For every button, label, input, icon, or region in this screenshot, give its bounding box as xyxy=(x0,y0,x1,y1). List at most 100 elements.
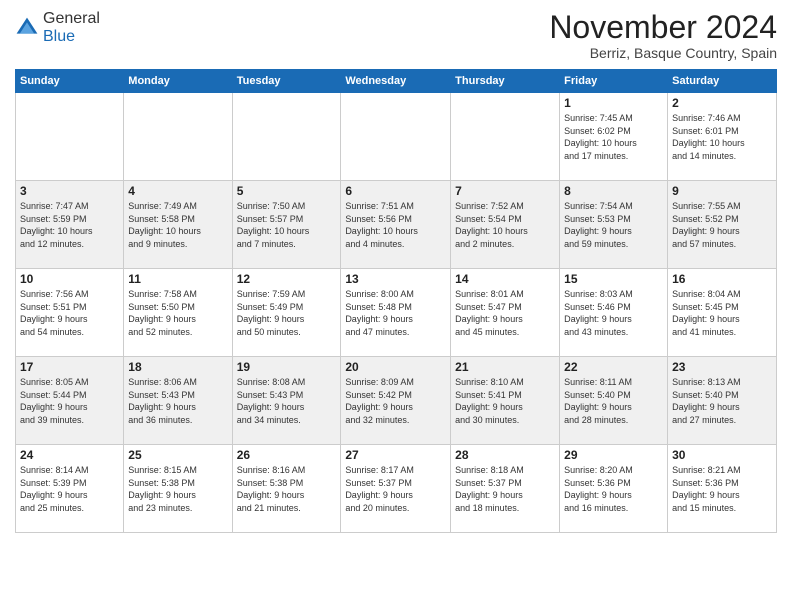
day-number: 2 xyxy=(672,96,772,110)
header-wednesday: Wednesday xyxy=(341,70,451,93)
header-sunday: Sunday xyxy=(16,70,124,93)
day-info: Sunrise: 7:47 AM Sunset: 5:59 PM Dayligh… xyxy=(20,200,119,250)
day-info: Sunrise: 7:46 AM Sunset: 6:01 PM Dayligh… xyxy=(672,112,772,162)
calendar-cell: 24 Sunrise: 8:14 AM Sunset: 5:39 PM Dayli… xyxy=(16,445,124,533)
calendar-cell xyxy=(232,93,341,181)
day-info: Sunrise: 8:09 AM Sunset: 5:42 PM Dayligh… xyxy=(345,376,446,426)
calendar-cell: 13 Sunrise: 8:00 AM Sunset: 5:48 PM Dayli… xyxy=(341,269,451,357)
day-number: 5 xyxy=(237,184,337,198)
day-info: Sunrise: 8:13 AM Sunset: 5:40 PM Dayligh… xyxy=(672,376,772,426)
calendar-cell: 12Sunrise: 7:59 AM Sunset: 5:49 PM Dayli… xyxy=(232,269,341,357)
calendar-week-1: 3 Sunrise: 7:47 AM Sunset: 5:59 PM Daylig… xyxy=(16,181,777,269)
calendar-cell: 26 Sunrise: 8:16 AM Sunset: 5:38 PM Dayli… xyxy=(232,445,341,533)
calendar-cell: 28 Sunrise: 8:18 AM Sunset: 5:37 PM Dayli… xyxy=(451,445,560,533)
day-number: 22 xyxy=(564,360,663,374)
day-number: 29 xyxy=(564,448,663,462)
calendar-cell: 16Sunrise: 8:04 AM Sunset: 5:45 PM Dayli… xyxy=(668,269,777,357)
calendar-cell: 2 Sunrise: 7:46 AM Sunset: 6:01 PM Daylig… xyxy=(668,93,777,181)
calendar-cell: 27 Sunrise: 8:17 AM Sunset: 5:37 PM Dayli… xyxy=(341,445,451,533)
calendar-cell: 25Sunrise: 8:15 AM Sunset: 5:38 PM Dayli… xyxy=(124,445,232,533)
day-info: Sunrise: 7:55 AM Sunset: 5:52 PM Dayligh… xyxy=(672,200,772,250)
header-monday: Monday xyxy=(124,70,232,93)
day-info: Sunrise: 7:56 AM Sunset: 5:51 PM Dayligh… xyxy=(20,288,119,338)
calendar-week-3: 17 Sunrise: 8:05 AM Sunset: 5:44 PM Dayli… xyxy=(16,357,777,445)
logo-icon xyxy=(15,16,39,40)
calendar-cell: 10Sunrise: 7:56 AM Sunset: 5:51 PM Dayli… xyxy=(16,269,124,357)
day-info: Sunrise: 8:08 AM Sunset: 5:43 PM Dayligh… xyxy=(237,376,337,426)
calendar-cell: 18 Sunrise: 8:06 AM Sunset: 5:43 PM Dayli… xyxy=(124,357,232,445)
day-number: 12 xyxy=(237,272,337,286)
calendar-cell: 6 Sunrise: 7:51 AM Sunset: 5:56 PM Daylig… xyxy=(341,181,451,269)
day-number: 3 xyxy=(20,184,119,198)
calendar-cell: 21 Sunrise: 8:10 AM Sunset: 5:41 PM Dayli… xyxy=(451,357,560,445)
calendar-cell: 8Sunrise: 7:54 AM Sunset: 5:53 PM Daylig… xyxy=(560,181,668,269)
calendar-cell xyxy=(124,93,232,181)
logo-blue: Blue xyxy=(43,28,75,45)
day-info: Sunrise: 8:01 AM Sunset: 5:47 PM Dayligh… xyxy=(455,288,555,338)
calendar-cell: 17 Sunrise: 8:05 AM Sunset: 5:44 PM Dayli… xyxy=(16,357,124,445)
day-number: 23 xyxy=(672,360,772,374)
day-info: Sunrise: 7:49 AM Sunset: 5:58 PM Dayligh… xyxy=(128,200,227,250)
day-info: Sunrise: 8:10 AM Sunset: 5:41 PM Dayligh… xyxy=(455,376,555,426)
calendar-week-0: 1Sunrise: 7:45 AM Sunset: 6:02 PM Daylig… xyxy=(16,93,777,181)
calendar-cell: 23 Sunrise: 8:13 AM Sunset: 5:40 PM Dayli… xyxy=(668,357,777,445)
logo-text: General Blue xyxy=(43,10,100,46)
calendar-cell: 15Sunrise: 8:03 AM Sunset: 5:46 PM Dayli… xyxy=(560,269,668,357)
day-number: 6 xyxy=(345,184,446,198)
day-number: 15 xyxy=(564,272,663,286)
month-title: November 2024 xyxy=(549,10,777,45)
calendar-cell: 29 Sunrise: 8:20 AM Sunset: 5:36 PM Dayli… xyxy=(560,445,668,533)
day-info: Sunrise: 8:06 AM Sunset: 5:43 PM Dayligh… xyxy=(128,376,227,426)
calendar-cell: 1Sunrise: 7:45 AM Sunset: 6:02 PM Daylig… xyxy=(560,93,668,181)
day-info: Sunrise: 7:58 AM Sunset: 5:50 PM Dayligh… xyxy=(128,288,227,338)
day-info: Sunrise: 8:00 AM Sunset: 5:48 PM Dayligh… xyxy=(345,288,446,338)
day-number: 24 xyxy=(20,448,119,462)
calendar-cell xyxy=(16,93,124,181)
day-info: Sunrise: 8:05 AM Sunset: 5:44 PM Dayligh… xyxy=(20,376,119,426)
day-number: 8 xyxy=(564,184,663,198)
header-tuesday: Tuesday xyxy=(232,70,341,93)
day-info: Sunrise: 8:16 AM Sunset: 5:38 PM Dayligh… xyxy=(237,464,337,514)
calendar-cell: 5 Sunrise: 7:50 AM Sunset: 5:57 PM Daylig… xyxy=(232,181,341,269)
day-number: 18 xyxy=(128,360,227,374)
day-info: Sunrise: 8:20 AM Sunset: 5:36 PM Dayligh… xyxy=(564,464,663,514)
calendar-cell xyxy=(341,93,451,181)
day-info: Sunrise: 8:15 AM Sunset: 5:38 PM Dayligh… xyxy=(128,464,227,514)
location: Berriz, Basque Country, Spain xyxy=(549,45,777,61)
day-info: Sunrise: 8:17 AM Sunset: 5:37 PM Dayligh… xyxy=(345,464,446,514)
day-number: 26 xyxy=(237,448,337,462)
day-info: Sunrise: 7:50 AM Sunset: 5:57 PM Dayligh… xyxy=(237,200,337,250)
header-saturday: Saturday xyxy=(668,70,777,93)
day-info: Sunrise: 8:21 AM Sunset: 5:36 PM Dayligh… xyxy=(672,464,772,514)
day-number: 21 xyxy=(455,360,555,374)
day-number: 28 xyxy=(455,448,555,462)
day-info: Sunrise: 8:04 AM Sunset: 5:45 PM Dayligh… xyxy=(672,288,772,338)
header-friday: Friday xyxy=(560,70,668,93)
day-info: Sunrise: 7:45 AM Sunset: 6:02 PM Dayligh… xyxy=(564,112,663,162)
logo-general: General xyxy=(43,10,100,27)
calendar-cell: 19 Sunrise: 8:08 AM Sunset: 5:43 PM Dayli… xyxy=(232,357,341,445)
header: General Blue November 2024 Berriz, Basqu… xyxy=(15,10,777,61)
day-info: Sunrise: 8:18 AM Sunset: 5:37 PM Dayligh… xyxy=(455,464,555,514)
day-number: 19 xyxy=(237,360,337,374)
calendar-cell: 9Sunrise: 7:55 AM Sunset: 5:52 PM Daylig… xyxy=(668,181,777,269)
day-number: 4 xyxy=(128,184,227,198)
calendar-cell: 7 Sunrise: 7:52 AM Sunset: 5:54 PM Daylig… xyxy=(451,181,560,269)
title-block: November 2024 Berriz, Basque Country, Sp… xyxy=(549,10,777,61)
day-number: 11 xyxy=(128,272,227,286)
calendar-cell: 4 Sunrise: 7:49 AM Sunset: 5:58 PM Daylig… xyxy=(124,181,232,269)
day-info: Sunrise: 7:51 AM Sunset: 5:56 PM Dayligh… xyxy=(345,200,446,250)
day-number: 7 xyxy=(455,184,555,198)
day-info: Sunrise: 7:52 AM Sunset: 5:54 PM Dayligh… xyxy=(455,200,555,250)
calendar-cell: 14 Sunrise: 8:01 AM Sunset: 5:47 PM Dayli… xyxy=(451,269,560,357)
day-number: 13 xyxy=(345,272,446,286)
header-thursday: Thursday xyxy=(451,70,560,93)
day-number: 14 xyxy=(455,272,555,286)
calendar-cell: 30Sunrise: 8:21 AM Sunset: 5:36 PM Dayli… xyxy=(668,445,777,533)
day-info: Sunrise: 8:14 AM Sunset: 5:39 PM Dayligh… xyxy=(20,464,119,514)
day-number: 17 xyxy=(20,360,119,374)
calendar-header-row: Sunday Monday Tuesday Wednesday Thursday… xyxy=(16,70,777,93)
calendar-cell: 22 Sunrise: 8:11 AM Sunset: 5:40 PM Dayli… xyxy=(560,357,668,445)
day-number: 27 xyxy=(345,448,446,462)
day-info: Sunrise: 8:11 AM Sunset: 5:40 PM Dayligh… xyxy=(564,376,663,426)
